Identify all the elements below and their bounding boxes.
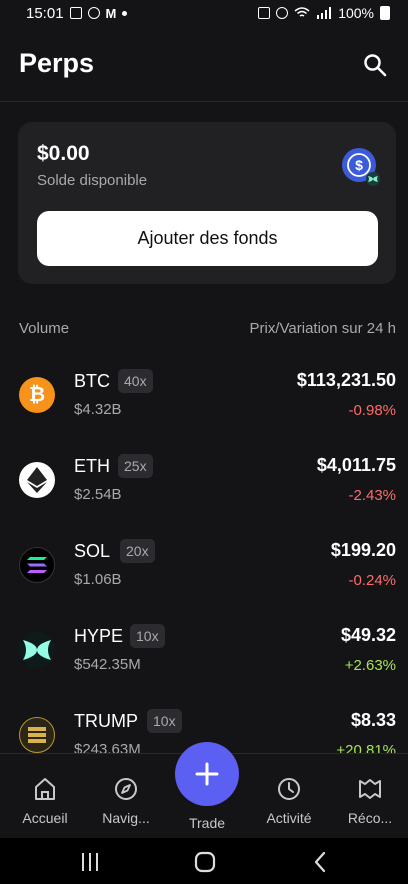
market-volume: $2.54B <box>74 486 122 503</box>
market-change: -0.24% <box>348 572 396 589</box>
trump-icon <box>19 717 55 753</box>
trade-label: Trade <box>188 815 226 831</box>
ethereum-icon <box>19 462 55 498</box>
leverage-badge: 25x <box>118 454 153 478</box>
market-row-eth[interactable]: ETH 25x $2.54B $4,011.75 -2.43% <box>0 430 408 515</box>
battery-icon <box>380 6 390 20</box>
nav-activity-label: Activité <box>266 810 312 826</box>
home-system-icon[interactable] <box>193 850 217 874</box>
market-price: $49.32 <box>340 625 396 645</box>
lock-icon <box>258 7 271 19</box>
nav-browse[interactable]: Navig... <box>86 776 166 826</box>
nav-rewards[interactable]: Réco... <box>330 776 408 826</box>
search-icon[interactable] <box>362 52 388 78</box>
nav-rewards-label: Réco... <box>347 810 393 826</box>
market-change: +20.81% <box>336 742 396 753</box>
add-funds-button[interactable]: Ajouter des fonds <box>37 211 378 266</box>
leverage-badge: 40x <box>118 369 153 393</box>
recent-apps-icon[interactable] <box>78 850 102 874</box>
leverage-badge: 10x <box>130 624 165 648</box>
balance-card: $0.00 Solde disponible $ Ajouter des fon… <box>18 122 396 284</box>
market-symbol: HYPE <box>74 626 124 646</box>
wifi-icon <box>294 7 310 17</box>
signal-icon <box>317 7 332 19</box>
more-notifications-icon <box>122 10 128 16</box>
home-icon <box>35 778 55 800</box>
solana-icon <box>19 547 55 583</box>
available-balance: $0.00 <box>37 142 90 165</box>
market-volume: $4.32B <box>74 401 122 418</box>
clock-icon <box>278 778 300 800</box>
market-price: $199.20 <box>330 540 396 560</box>
app-header: Perps <box>0 40 408 102</box>
market-price: $8.33 <box>350 710 396 730</box>
price-change-column-header[interactable]: Prix/Variation sur 24 h <box>250 320 396 337</box>
market-list[interactable]: ₿ BTC 40x $4.32B $113,231.50 -0.98% ETH … <box>0 345 408 753</box>
nav-activity[interactable]: Activité <box>249 776 329 826</box>
market-row-btc[interactable]: ₿ BTC 40x $4.32B $113,231.50 -0.98% <box>0 345 408 430</box>
rewards-icon <box>359 779 381 799</box>
gallery-notification-icon <box>69 7 82 19</box>
status-time: 15:01 <box>26 4 64 22</box>
market-change: -0.98% <box>348 402 396 419</box>
market-symbol: SOL <box>74 541 111 561</box>
leverage-badge: 10x <box>147 709 182 733</box>
nav-home-label: Accueil <box>22 810 68 826</box>
market-list-header: Volume Prix/Variation sur 24 h <box>19 320 396 337</box>
market-row-sol[interactable]: SOL 20x $1.06B $199.20 -0.24% <box>0 515 408 600</box>
market-change: -2.43% <box>348 487 396 504</box>
hype-icon <box>19 632 55 668</box>
market-symbol: TRUMP <box>74 711 138 731</box>
market-volume: $1.06B <box>74 571 122 588</box>
market-price: $4,011.75 <box>316 455 396 475</box>
trade-button[interactable] <box>175 742 239 806</box>
battery-level: 100% <box>338 5 374 21</box>
nav-browse-label: Navig... <box>102 810 150 826</box>
alarm-notification-icon <box>87 7 100 19</box>
mail-notification-icon: M <box>105 5 117 21</box>
system-navigation-bar <box>0 838 408 884</box>
page-title: Perps <box>19 48 95 78</box>
back-icon[interactable] <box>308 850 332 874</box>
market-volume: $542.35M <box>74 656 141 673</box>
market-price: $113,231.50 <box>296 370 396 390</box>
alarm-icon <box>276 7 289 19</box>
market-symbol: BTC <box>74 371 110 391</box>
market-change: +2.63% <box>344 657 396 674</box>
bitcoin-icon: ₿ <box>19 377 55 413</box>
leverage-badge: 20x <box>120 539 155 563</box>
usdc-icon: $ <box>342 148 380 186</box>
balance-label: Solde disponible <box>37 172 148 189</box>
market-volume: $243.63M <box>74 741 141 753</box>
volume-column-header[interactable]: Volume <box>19 320 69 337</box>
nav-home[interactable]: Accueil <box>5 776 85 826</box>
status-bar: 15:01 M 100% <box>0 0 408 26</box>
market-row-hype[interactable]: HYPE 10x $542.35M $49.32 +2.63% <box>0 600 408 685</box>
market-symbol: ETH <box>74 456 110 476</box>
plus-icon <box>195 762 219 786</box>
svg-text:$: $ <box>355 157 363 173</box>
compass-icon <box>115 778 137 800</box>
